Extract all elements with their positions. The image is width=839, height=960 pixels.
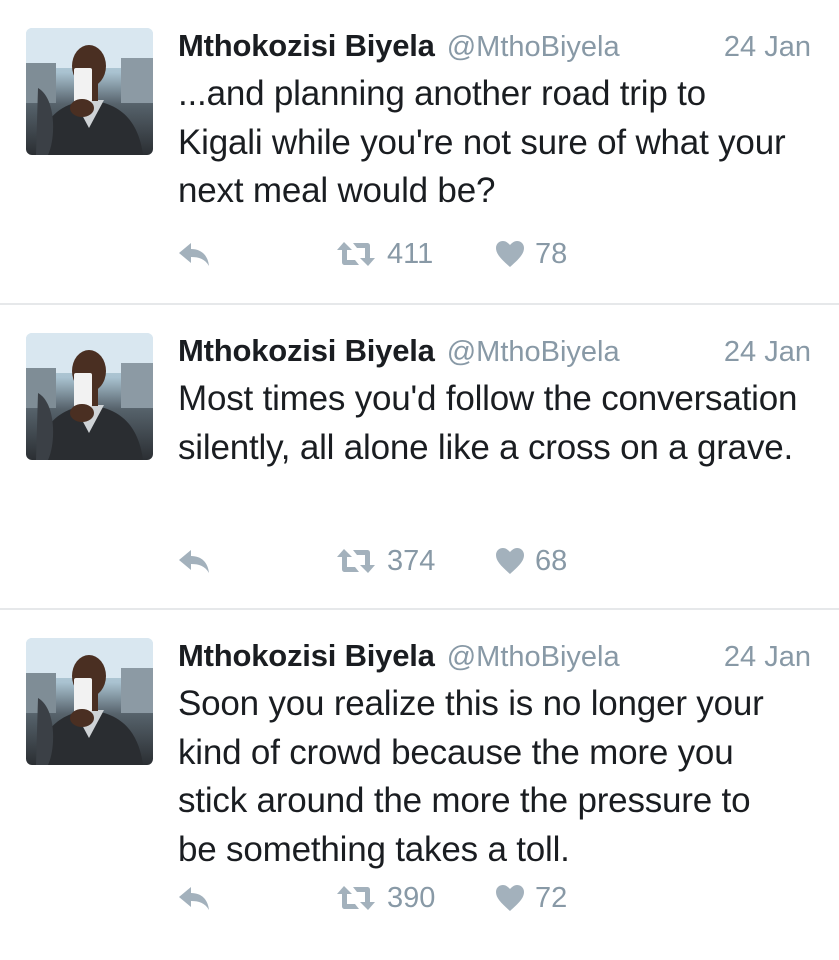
author-handle[interactable]: @MthoBiyela: [447, 336, 620, 369]
reply-icon: [179, 887, 209, 910]
avatar[interactable]: [26, 638, 153, 765]
tweet-actions: 390 72: [177, 878, 839, 918]
tweet[interactable]: Mthokozisi Biyela @MthoBiyela 24 Jan Soo…: [0, 608, 839, 960]
tweet-actions: 411 78: [177, 234, 839, 274]
author-name[interactable]: Mthokozisi Biyela: [178, 638, 435, 674]
reply-button[interactable]: [177, 239, 211, 269]
tweet-actions: 374 68: [177, 541, 839, 581]
retweet-count: 390: [387, 881, 436, 914]
tweet-date[interactable]: 24 Jan: [724, 336, 813, 369]
tweet-text: Soon you realize this is no longer your …: [178, 684, 764, 869]
retweet-button[interactable]: 411: [335, 238, 433, 271]
heart-icon: [496, 241, 524, 267]
avatar[interactable]: [26, 28, 153, 155]
retweet-icon: [337, 886, 375, 910]
avatar[interactable]: [26, 333, 153, 460]
tweet-header: Mthokozisi Biyela @MthoBiyela 24 Jan: [178, 28, 813, 66]
author-name[interactable]: Mthokozisi Biyela: [178, 28, 435, 64]
like-button[interactable]: 78: [495, 238, 567, 271]
author-name[interactable]: Mthokozisi Biyela: [178, 333, 435, 369]
retweet-count: 411: [387, 237, 434, 270]
tweet-date[interactable]: 24 Jan: [724, 641, 813, 674]
avatar-photo: [26, 333, 153, 460]
reply-icon: [179, 550, 209, 573]
heart-icon: [496, 548, 524, 574]
retweet-button[interactable]: 374: [335, 545, 435, 578]
retweet-button[interactable]: 390: [335, 882, 435, 915]
heart-icon: [496, 885, 524, 911]
tweet-date[interactable]: 24 Jan: [724, 31, 813, 64]
tweet-header: Mthokozisi Biyela @MthoBiyela 24 Jan: [178, 333, 813, 371]
tweet-feed: Mthokozisi Biyela @MthoBiyela 24 Jan ...…: [0, 0, 839, 960]
reply-button[interactable]: [177, 883, 211, 913]
tweet-text: Most times you'd follow the conversation…: [178, 379, 798, 467]
like-count: 78: [535, 237, 568, 270]
retweet-count: 374: [387, 544, 436, 577]
tweet-text: ...and planning another road trip to Kig…: [178, 74, 786, 210]
like-button[interactable]: 72: [495, 882, 567, 915]
avatar-photo: [26, 28, 153, 155]
like-count: 72: [535, 881, 568, 914]
avatar-photo: [26, 638, 153, 765]
reply-button[interactable]: [177, 546, 211, 576]
author-handle[interactable]: @MthoBiyela: [447, 641, 620, 674]
retweet-icon: [337, 242, 375, 266]
tweet-header: Mthokozisi Biyela @MthoBiyela 24 Jan: [178, 638, 813, 676]
tweet[interactable]: Mthokozisi Biyela @MthoBiyela 24 Jan Mos…: [0, 303, 839, 608]
like-button[interactable]: 68: [495, 545, 567, 578]
like-count: 68: [535, 544, 568, 577]
tweet[interactable]: Mthokozisi Biyela @MthoBiyela 24 Jan ...…: [0, 0, 839, 303]
retweet-icon: [337, 549, 375, 573]
reply-icon: [179, 243, 209, 266]
author-handle[interactable]: @MthoBiyela: [447, 31, 620, 64]
